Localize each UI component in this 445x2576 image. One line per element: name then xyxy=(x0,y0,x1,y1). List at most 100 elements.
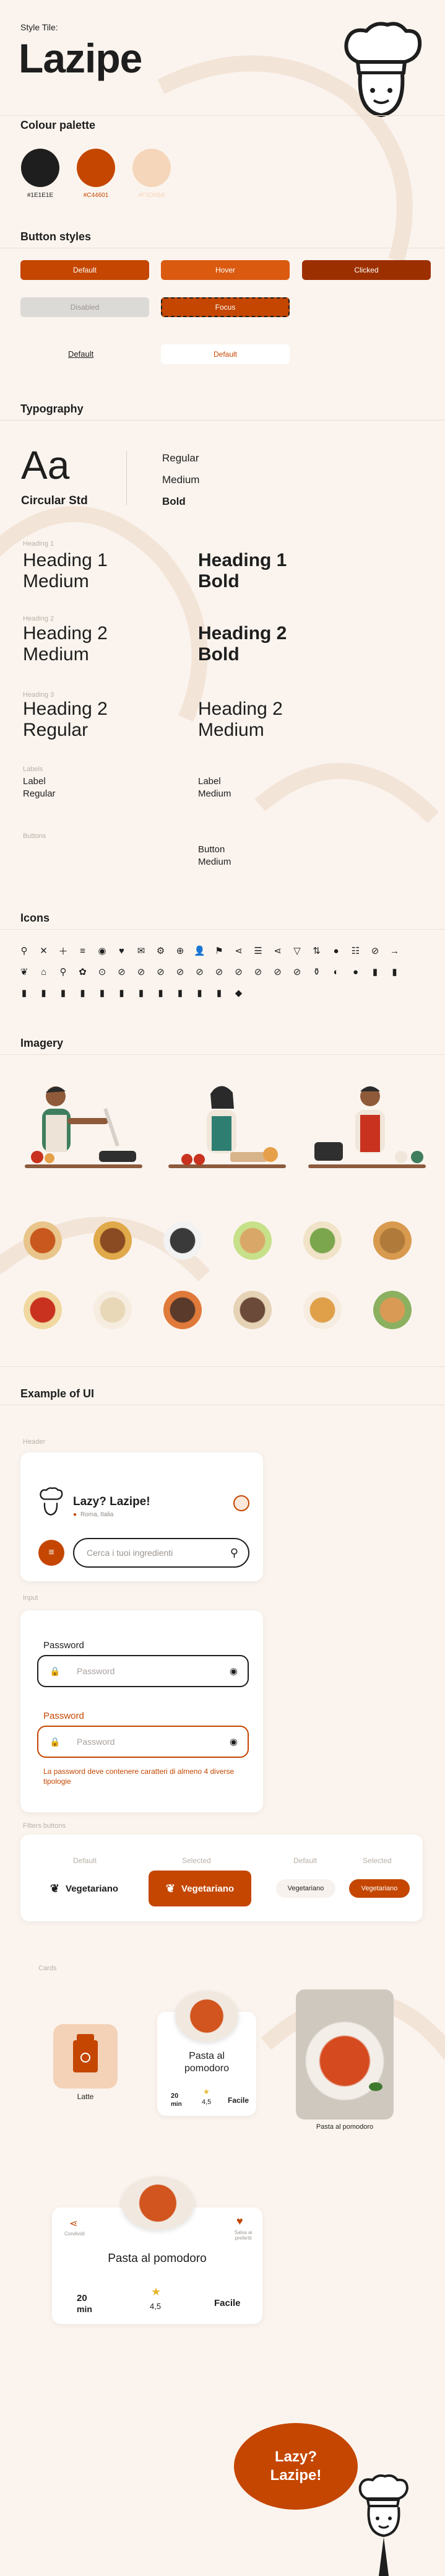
rating-large: 4,5 xyxy=(150,2302,162,2311)
h1-bold: Heading 1 Bold xyxy=(198,550,287,592)
heart-icon[interactable]: ♥ xyxy=(236,2215,243,2228)
button-hover[interactable]: Hover xyxy=(161,260,290,280)
food-salad-image xyxy=(303,1221,342,1260)
star-icon-large: ★ xyxy=(151,2286,162,2298)
minutes-unit-small: min xyxy=(171,2101,182,2108)
h3-regular: Heading 2 Regular xyxy=(23,699,108,740)
filter-chip-default[interactable]: Vegetariano xyxy=(276,1879,335,1898)
pasta-bowl-small xyxy=(175,1991,238,2041)
food-grid xyxy=(24,1221,426,1333)
search-icon[interactable]: ⚲ xyxy=(230,1547,238,1560)
close-icon: ✕ xyxy=(40,946,48,956)
h2-bold: Heading 2 Bold xyxy=(198,623,287,665)
ban-icon: ⊘ xyxy=(371,946,379,956)
food-taco-image xyxy=(233,1221,272,1260)
bag-icon: ▮ xyxy=(41,988,46,998)
food-noodles-image xyxy=(303,1291,342,1329)
latte-card[interactable] xyxy=(53,2024,118,2089)
search-alt-icon: ⚲ xyxy=(59,967,67,977)
profile-icon[interactable] xyxy=(233,1495,249,1511)
no-fish-icon: ⊘ xyxy=(215,967,223,977)
sack-icon: ▮ xyxy=(158,988,163,998)
h1-label: Heading 1 xyxy=(23,540,54,548)
eye-icon[interactable]: ◉ xyxy=(230,1666,238,1677)
food-dumplings-image xyxy=(93,1291,132,1329)
typography-title: Typography xyxy=(20,403,84,415)
food-crepe-image xyxy=(373,1291,412,1329)
location-icon: ⚑ xyxy=(215,946,223,956)
button-link-default[interactable]: Default xyxy=(68,349,93,359)
no-sugar-icon: ⊘ xyxy=(254,967,262,977)
password-field[interactable]: 🔒 Password ◉ xyxy=(37,1655,249,1687)
button-default[interactable]: Default xyxy=(20,260,149,280)
share-alt-icon: ⋖ xyxy=(274,946,282,956)
food-curry-image xyxy=(24,1291,62,1329)
swatch-peach-label: #F5D6BA xyxy=(138,192,165,199)
password-field-error[interactable]: 🔒 Password ◉ xyxy=(37,1726,249,1758)
cup-icon: ▮ xyxy=(138,988,144,998)
label-medium: Label Medium xyxy=(198,776,231,799)
filter-vegetarian-default[interactable]: ❦ Vegetariano xyxy=(35,1871,134,1906)
password-label: Password xyxy=(43,1640,84,1651)
weight-regular: Regular xyxy=(162,452,199,464)
home-icon: ⌂ xyxy=(40,966,47,977)
button-outline-default[interactable]: Default xyxy=(161,344,290,364)
button-medium: Button Medium xyxy=(198,844,231,867)
chef-illustration-1 xyxy=(25,1086,142,1168)
plus-icon: ＋ xyxy=(58,946,68,957)
cheese-icon: ◐ xyxy=(333,966,339,977)
app-title: Lazy? Lazipe! xyxy=(73,1495,150,1508)
carton-icon: ▮ xyxy=(21,988,27,998)
password-label-error: Password xyxy=(43,1711,84,1721)
filter-text-selected: Vegetariano xyxy=(181,1883,235,1894)
imagery-title: Imagery xyxy=(20,1037,64,1049)
flower-icon: ✿ xyxy=(79,967,87,977)
settings-icon: ⚙ xyxy=(156,946,165,956)
user-icon: 👤 xyxy=(194,946,205,956)
swatch-orange xyxy=(77,149,115,187)
sort-icon: ⇅ xyxy=(313,946,321,956)
pasta-photo-card[interactable] xyxy=(296,1989,394,2120)
filter-chip-selected[interactable]: Vegetariano xyxy=(349,1879,410,1898)
package-icon: ▮ xyxy=(119,988,124,998)
no-nut-icon: ⊘ xyxy=(176,967,184,977)
input-section-label: Input xyxy=(23,1594,38,1602)
add-circle-icon: ⊕ xyxy=(176,946,184,956)
star-icon-small: ★ xyxy=(203,2087,210,2096)
no-lactose-icon: ⊘ xyxy=(274,967,282,977)
difficulty-large: Facile xyxy=(214,2298,241,2308)
basil-leaf-icon xyxy=(369,2082,382,2091)
password-placeholder-error: Password xyxy=(77,1737,115,1747)
weight-bold: Bold xyxy=(162,496,186,507)
share-icon[interactable]: ⋖ xyxy=(69,2217,77,2230)
dot-icon: ● xyxy=(333,945,339,956)
filter-default-label-2: Default xyxy=(293,1856,318,1865)
weight-medium: Medium xyxy=(162,474,200,486)
food-soup-image xyxy=(24,1221,62,1260)
rating-small: 4,5 xyxy=(202,2098,212,2106)
filter-vegetarian-selected[interactable]: ❦ Vegetariano xyxy=(149,1871,251,1906)
eye-icon-error[interactable]: ◉ xyxy=(230,1736,238,1747)
grid-icon: ☷ xyxy=(351,946,360,956)
location-text: Roma, Italia xyxy=(80,1511,114,1518)
no-egg-icon: ⊘ xyxy=(157,967,165,977)
can-icon: ▮ xyxy=(99,988,105,998)
chef-logo-icon xyxy=(344,22,422,118)
password-error-text: La password deve contenere caratteri di … xyxy=(43,1767,235,1786)
no-meat-icon: ⊘ xyxy=(235,967,243,977)
mascot-bubble-text: Lazy? Lazipe! xyxy=(270,2448,322,2484)
menu-button[interactable]: ≡ xyxy=(38,1540,64,1566)
minutes-unit-large: min xyxy=(77,2304,92,2314)
share-icon: ⋖ xyxy=(235,946,243,956)
button-styles-title: Button styles xyxy=(20,230,92,243)
h2-medium: Heading 2 Medium xyxy=(23,623,108,665)
button-clicked[interactable]: Clicked xyxy=(302,260,431,280)
chef-avatar-icon xyxy=(40,1487,63,1516)
button-focus[interactable]: Focus xyxy=(161,297,290,317)
search-field[interactable]: Cerca i tuoi ingredienti ⚲ xyxy=(73,1538,249,1568)
filters-section-label: Filters buttons xyxy=(23,1822,66,1830)
jar-alt-icon: ▮ xyxy=(60,988,66,998)
font-sample: Aa xyxy=(21,443,70,487)
arrow-right-icon: → xyxy=(390,945,399,956)
tomato-icon: ● xyxy=(352,966,359,977)
